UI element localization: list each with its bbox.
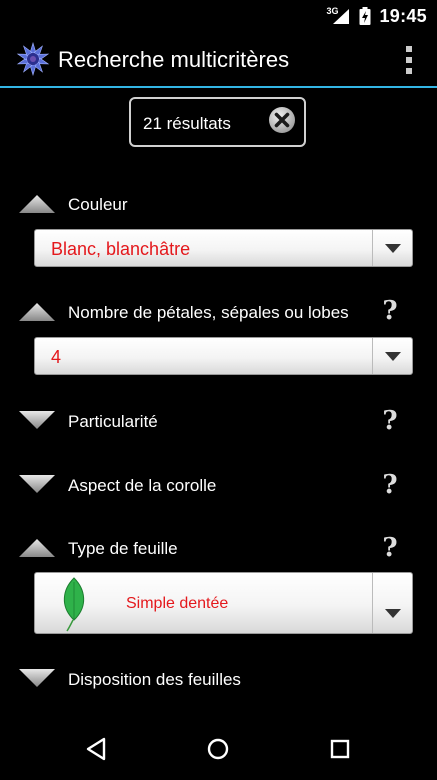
petales-selected-value: 4 [51,347,62,367]
expand-arrow-icon[interactable] [18,668,56,688]
petales-dropdown-button[interactable] [372,338,412,374]
couleur-selected-value: Blanc, blanchâtre [51,239,191,259]
menu-dot [406,68,412,74]
expand-arrow-icon[interactable] [18,410,56,430]
expand-arrow-icon[interactable] [18,474,56,494]
chevron-down-icon [384,243,401,253]
help-icon[interactable]: ? [380,472,400,498]
leaf-icon [63,577,85,632]
criterion-label-petales[interactable]: Nombre de pétales, sépales ou lobes [68,303,349,323]
recents-square-icon[interactable] [325,734,355,764]
collapse-arrow-icon[interactable] [18,538,56,558]
close-circle-icon[interactable] [268,106,296,134]
status-clock: 19:45 [379,5,427,26]
feuille-dropdown-button[interactable] [372,573,412,633]
criterion-label-couleur[interactable]: Couleur [68,195,128,215]
results-count: 21 résultats [143,114,231,133]
battery-icon [359,7,371,25]
menu-dot [406,57,412,63]
couleur-dropdown-button[interactable] [372,230,412,266]
navigation-bar [0,718,437,780]
help-icon[interactable]: ? [380,408,400,434]
status-icons: 3G 19:45 [326,4,427,28]
menu-dot [406,46,412,52]
cornflower-icon[interactable] [16,42,50,76]
signal-icon [333,9,350,24]
criterion-label-particularite[interactable]: Particularité [68,412,158,432]
criterion-label-corolle[interactable]: Aspect de la corolle [68,476,216,496]
more-vert-icon[interactable] [397,42,421,78]
app-title: Recherche multicritères [58,47,290,72]
home-circle-icon[interactable] [203,734,233,764]
help-icon[interactable]: ? [380,535,400,561]
action-bar: Recherche multicritères [0,32,437,88]
chevron-down-icon [384,608,401,618]
petales-dropdown[interactable]: 4 [34,337,413,375]
collapse-arrow-icon[interactable] [18,302,56,322]
status-bar: 3G 19:45 [0,0,437,32]
back-triangle-icon[interactable] [82,734,112,764]
criterion-label-disposition[interactable]: Disposition des feuilles [68,670,241,690]
feuille-selected-value: Simple dentée [126,595,229,612]
results-box: 21 résultats [129,97,306,147]
couleur-dropdown[interactable]: Blanc, blanchâtre [34,229,413,267]
collapse-arrow-icon[interactable] [18,194,56,214]
signal-indicator: 3G [326,6,351,25]
feuille-dropdown[interactable]: Simple dentée [34,572,413,634]
help-icon[interactable]: ? [380,298,400,324]
chevron-down-icon [384,351,401,361]
criterion-label-feuille[interactable]: Type de feuille [68,539,178,559]
